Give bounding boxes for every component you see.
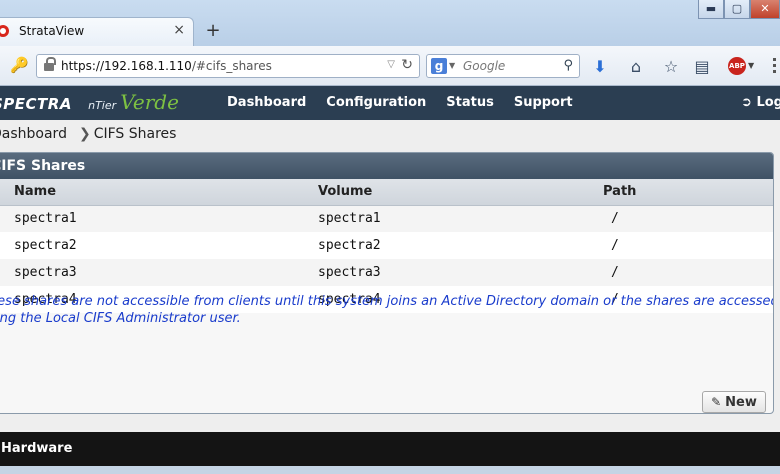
adblock-icon[interactable]: ABP: [728, 57, 746, 75]
breadcrumb: Dashboard ❯CIFS Shares: [0, 126, 176, 142]
hardware-section-header[interactable]: Hardware: [0, 432, 780, 466]
search-engine-dropdown-icon[interactable]: ▼: [449, 61, 455, 70]
search-placeholder: Google: [463, 59, 506, 73]
cell-path: /: [603, 259, 773, 286]
new-tab-button[interactable]: +: [204, 20, 222, 41]
table-row[interactable]: spectra1 spectra1 /: [0, 205, 773, 232]
browser-titlebar: StrataView × + ▬ ▢ ✕: [0, 0, 780, 46]
column-header-name[interactable]: Name: [0, 179, 299, 206]
bookmarks-list-icon[interactable]: ▤: [692, 57, 712, 76]
cell-name: spectra1: [0, 205, 299, 232]
column-header-volume[interactable]: Volume: [299, 179, 603, 206]
app-header: SPECTRA nTier Verde Dashboard Configurat…: [0, 86, 780, 120]
panel-title: CIFS Shares: [0, 153, 773, 179]
bookmark-star-icon[interactable]: ☆: [661, 57, 681, 76]
main-nav: Dashboard Configuration Status Support: [217, 86, 583, 120]
nav-status[interactable]: Status: [436, 86, 504, 120]
search-bar[interactable]: g ▼ Google ⚲: [426, 54, 580, 78]
close-window-button[interactable]: ✕: [750, 0, 780, 19]
nav-configuration[interactable]: Configuration: [316, 86, 436, 120]
cell-name: spectra2: [0, 232, 299, 259]
breadcrumb-current: CIFS Shares: [93, 126, 177, 142]
cell-path: /: [603, 205, 773, 232]
browser-tab[interactable]: StrataView ×: [0, 17, 194, 46]
url-history-dropdown-icon[interactable]: ▽: [387, 59, 395, 70]
bottom-strip: [0, 466, 780, 474]
window-controls: ▬ ▢ ✕: [698, 0, 780, 20]
nav-dashboard[interactable]: Dashboard: [217, 86, 316, 120]
column-header-path[interactable]: Path: [603, 179, 773, 206]
url-text: https://192.168.1.110/#cifs_shares: [61, 59, 272, 73]
tab-close-icon[interactable]: ×: [173, 22, 185, 38]
logout-icon: ➲: [741, 95, 752, 110]
search-icon[interactable]: ⚲: [563, 58, 573, 73]
reload-icon[interactable]: ↻: [401, 57, 413, 73]
lock-icon: [44, 57, 56, 71]
minimize-button[interactable]: ▬: [698, 0, 724, 19]
chevron-right-icon: ❯: [78, 126, 91, 142]
breadcrumb-dashboard[interactable]: Dashboard: [0, 126, 67, 142]
cell-volume: spectra3: [299, 259, 603, 286]
home-icon[interactable]: ⌂: [626, 57, 646, 76]
cifs-shares-panel: CIFS Shares Name Volume Path spectra1 sp…: [0, 152, 774, 414]
tab-title: StrataView: [19, 24, 85, 38]
google-icon[interactable]: g: [431, 58, 447, 74]
browser-navbar: 🔑 https://192.168.1.110/#cifs_shares ▽ ↻…: [0, 46, 780, 86]
address-bar[interactable]: https://192.168.1.110/#cifs_shares ▽ ↻: [36, 54, 420, 78]
pencil-icon: ✎: [711, 395, 722, 409]
adblock-dropdown-icon[interactable]: ▼: [748, 61, 754, 70]
nav-support[interactable]: Support: [504, 86, 583, 120]
cell-name: spectra3: [0, 259, 299, 286]
menu-grip-icon[interactable]: [773, 58, 776, 74]
downloads-icon[interactable]: ⬇: [590, 57, 610, 76]
logout-link[interactable]: ➲ Log: [741, 86, 780, 120]
maximize-button[interactable]: ▢: [724, 0, 750, 19]
spectra-favicon-icon: [0, 25, 9, 37]
main-content: Dashboard❯CIFS Shares CIFS Shares Name V…: [0, 120, 780, 432]
table-row[interactable]: spectra2 spectra2 /: [0, 232, 773, 259]
spectra-logo[interactable]: SPECTRA nTier Verde: [0, 90, 179, 116]
cell-volume: spectra1: [299, 205, 603, 232]
cell-path: /: [603, 232, 773, 259]
ad-notice: These shares are not accessible from cli…: [0, 294, 774, 326]
new-share-button[interactable]: ✎ New: [702, 391, 766, 413]
cell-volume: spectra2: [299, 232, 603, 259]
table-row[interactable]: spectra3 spectra3 /: [0, 259, 773, 286]
key-icon[interactable]: 🔑: [10, 56, 29, 74]
